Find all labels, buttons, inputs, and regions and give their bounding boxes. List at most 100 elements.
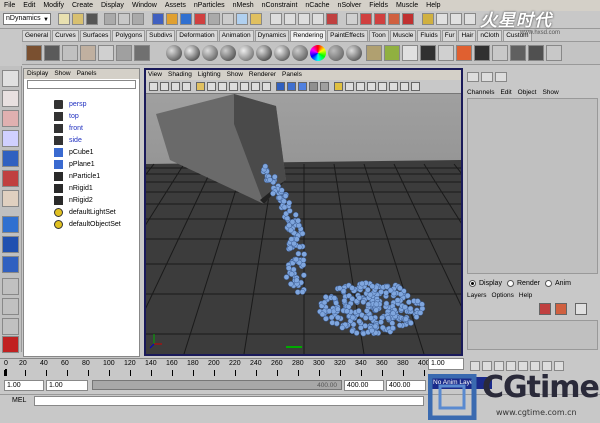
shader-ball-blinn-icon[interactable] xyxy=(184,45,200,61)
new-layer-icon[interactable] xyxy=(539,303,551,315)
safe-action-icon[interactable] xyxy=(251,82,260,91)
layout-four-icon[interactable] xyxy=(2,278,19,295)
viewport-menu-lighting[interactable]: Lighting xyxy=(198,70,221,80)
save-scene-icon[interactable] xyxy=(86,13,98,25)
tab-fur[interactable]: Fur xyxy=(441,30,458,41)
command-input[interactable] xyxy=(34,396,424,406)
render-pass-icon[interactable] xyxy=(510,45,526,61)
mask-handles-icon[interactable] xyxy=(152,13,164,25)
ipr-render-icon[interactable] xyxy=(374,13,386,25)
light-icon[interactable] xyxy=(62,45,78,61)
perspective-viewport[interactable]: View Shading Lighting Show Renderer Pane… xyxy=(144,68,463,356)
area-light-icon[interactable] xyxy=(80,45,96,61)
soft-mod-tool-icon[interactable] xyxy=(2,216,19,233)
tab-deformation[interactable]: Deformation xyxy=(176,30,218,41)
camera-icon[interactable] xyxy=(44,45,60,61)
channel-box-tab-icon[interactable] xyxy=(467,72,479,82)
xray-icon[interactable] xyxy=(334,82,343,91)
animation-end-field[interactable]: 400.00 xyxy=(386,380,426,391)
render-view-icon[interactable] xyxy=(402,45,418,61)
outliner-item-top[interactable]: top xyxy=(54,111,79,122)
history-icon[interactable] xyxy=(346,13,358,25)
viewport-menu-show[interactable]: Show xyxy=(227,70,243,80)
textured-icon[interactable] xyxy=(309,82,318,91)
menu-nconstraint[interactable]: nConstraint xyxy=(262,2,298,9)
channel-menu-edit[interactable]: Edit xyxy=(500,88,511,98)
attribute-tab-icon[interactable] xyxy=(481,72,493,82)
xray-joints-icon[interactable] xyxy=(345,82,354,91)
select-object-icon[interactable] xyxy=(118,13,130,25)
menu-file[interactable]: File xyxy=(4,2,15,9)
shader-ball-layered-icon[interactable] xyxy=(256,45,272,61)
gate-mask-icon[interactable] xyxy=(229,82,238,91)
outliner-filter-field[interactable] xyxy=(27,80,136,89)
backface-culling-icon[interactable] xyxy=(400,82,409,91)
tab-rendering[interactable]: Rendering xyxy=(290,30,327,41)
time-slider[interactable]: 0 20 40 60 80 100 120 140 160 180 200 220 240 260 280 3… xyxy=(0,358,430,376)
smooth-shade-icon[interactable] xyxy=(287,82,296,91)
tab-curves[interactable]: Curves xyxy=(52,30,79,41)
menu-modify[interactable]: Modify xyxy=(43,2,64,9)
tab-muscle[interactable]: Muscle xyxy=(389,30,417,41)
scale-tool-icon[interactable] xyxy=(2,170,19,187)
image-plane-icon[interactable] xyxy=(182,82,191,91)
layer-options-icon[interactable] xyxy=(575,303,587,315)
grid-toggle-icon[interactable] xyxy=(196,82,205,91)
high-quality-icon[interactable] xyxy=(378,82,387,91)
layer-menu-options[interactable]: Options xyxy=(492,291,514,301)
outliner-menu-display[interactable]: Display xyxy=(27,69,48,79)
input-line-icon[interactable] xyxy=(422,13,434,25)
shader-ball-anisotropic-icon[interactable] xyxy=(238,45,254,61)
viewport-menu-panels[interactable]: Panels xyxy=(282,70,302,80)
rotate-tool-icon[interactable] xyxy=(2,150,19,167)
new-scene-icon[interactable] xyxy=(58,13,70,25)
menu-create[interactable]: Create xyxy=(72,2,93,9)
current-time-indicator[interactable] xyxy=(5,369,7,376)
magnet-icon[interactable] xyxy=(402,13,414,25)
wireframe-icon[interactable] xyxy=(276,82,285,91)
outliner-item-front[interactable]: front xyxy=(54,123,83,134)
point-light-icon[interactable] xyxy=(98,45,114,61)
shader-ball-ramp-icon[interactable] xyxy=(274,45,290,61)
tab-fluids[interactable]: Fluids xyxy=(417,30,441,41)
tab-polygons[interactable]: Polygons xyxy=(112,30,146,41)
menu-muscle[interactable]: Muscle xyxy=(396,2,418,9)
paint-select-tool-icon[interactable] xyxy=(2,110,19,127)
mask-joints-icon[interactable] xyxy=(166,13,178,25)
channel-box-toggle-icon[interactable] xyxy=(464,13,476,25)
field-chart-icon[interactable] xyxy=(240,82,249,91)
ipr-icon[interactable] xyxy=(456,45,472,61)
tab-dynamics[interactable]: Dynamics xyxy=(254,30,290,41)
layer-mode-display[interactable]: Display xyxy=(469,280,502,287)
menu-window[interactable]: Window xyxy=(132,2,157,9)
new-layer-selected-icon[interactable] xyxy=(555,303,567,315)
command-language-label[interactable]: MEL xyxy=(12,397,26,404)
menu-nmesh[interactable]: nMesh xyxy=(233,2,254,9)
outliner-item-nparticle1[interactable]: nParticle1 xyxy=(54,171,100,182)
outliner-menu-panels[interactable]: Panels xyxy=(77,69,97,79)
use-lights-icon[interactable] xyxy=(320,82,329,91)
maya-logo-icon[interactable] xyxy=(2,336,19,353)
snap-curve-icon[interactable] xyxy=(284,13,296,25)
viewport-menu-renderer[interactable]: Renderer xyxy=(249,70,276,80)
texture-checker-icon[interactable] xyxy=(366,45,382,61)
shelf-menu-icon[interactable] xyxy=(26,45,42,61)
shader-ball-use-background-icon[interactable] xyxy=(346,45,362,61)
outliner-item-pplane1[interactable]: pPlane1 xyxy=(54,159,95,170)
range-slider-bar[interactable]: 400.00 xyxy=(92,380,342,390)
mask-misc-icon[interactable] xyxy=(250,13,262,25)
directional-light-icon[interactable] xyxy=(116,45,132,61)
make-live-icon[interactable] xyxy=(326,13,338,25)
shader-ball-shading-map-icon[interactable] xyxy=(292,45,308,61)
batch-render-icon[interactable] xyxy=(474,45,490,61)
mask-rendering-icon[interactable] xyxy=(236,13,248,25)
playback-end-field[interactable]: 400.00 xyxy=(344,380,384,391)
viewport-extra-icon[interactable] xyxy=(411,82,420,91)
isolate-select-icon[interactable] xyxy=(367,82,376,91)
menu-set-select[interactable]: nDynamics ▼ xyxy=(3,13,51,25)
render-settings-icon[interactable] xyxy=(388,13,400,25)
tab-animation[interactable]: Animation xyxy=(218,30,254,41)
snap-point-icon[interactable] xyxy=(298,13,310,25)
outliner-item-nrigid2[interactable]: nRigid2 xyxy=(54,195,93,206)
outliner-item-nrigid1[interactable]: nRigid1 xyxy=(54,183,93,194)
